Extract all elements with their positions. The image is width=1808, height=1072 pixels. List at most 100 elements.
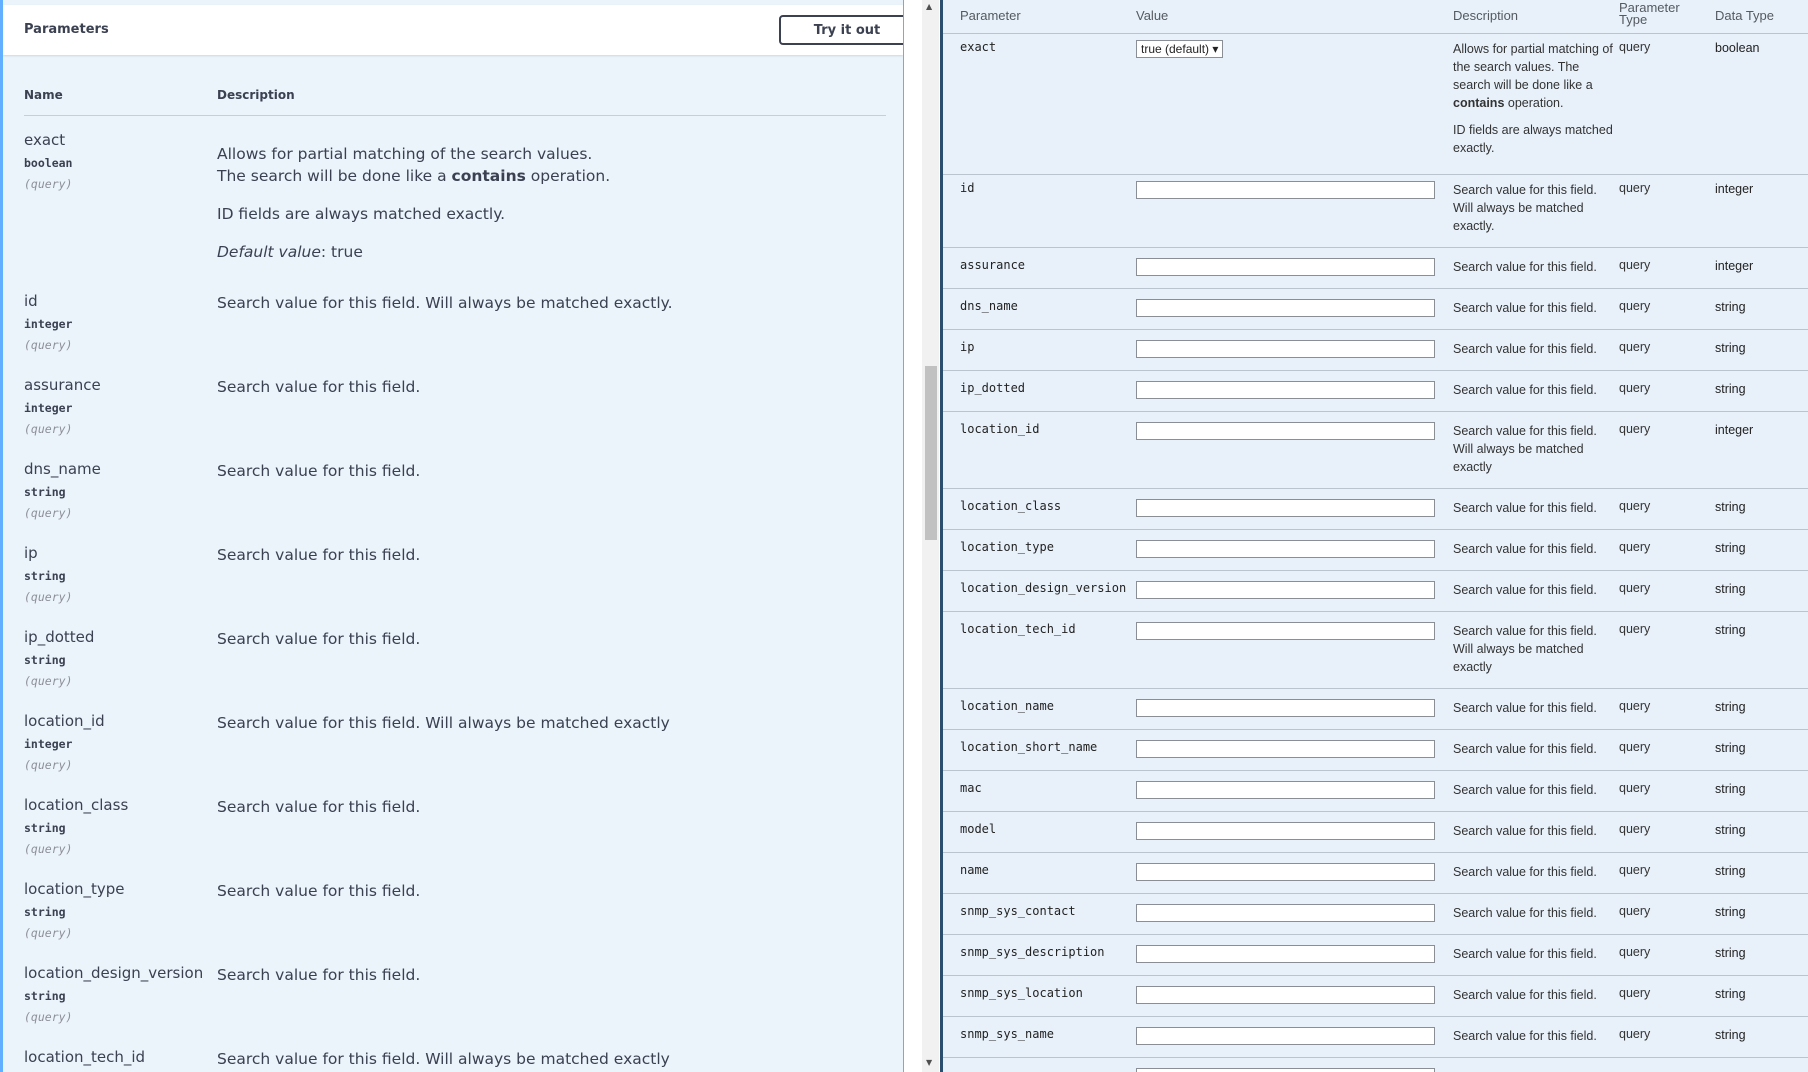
desc-id-note: ID fields are always matched exactly.	[217, 205, 506, 223]
cell-param-type: query	[1619, 986, 1651, 1000]
desc-id-note: ID fields are always matched exactly.	[1453, 123, 1613, 155]
exact-select[interactable]: true (default) ▾	[1136, 40, 1224, 58]
try-it-out-button[interactable]: Try it out	[779, 15, 903, 45]
cell-parameter: location_class	[960, 499, 1062, 513]
value-input-mac[interactable]	[1136, 781, 1435, 799]
cell-parameter: location_short_name	[960, 740, 1098, 754]
table-row-ip: ip Search value for this field. query st…	[943, 340, 1808, 371]
value-input-location-type[interactable]	[1136, 540, 1435, 558]
cell-param-type: query	[1619, 945, 1651, 959]
th-data-type: Data Type	[1715, 8, 1775, 23]
cell-description: Search value for this field.	[1453, 824, 1597, 838]
value-input-snmp-sys-contact[interactable]	[1136, 904, 1435, 922]
cell-description: Search value for this field.	[1453, 701, 1597, 715]
value-input-name[interactable]	[1136, 863, 1435, 881]
cell-param-type: query	[1619, 1027, 1651, 1041]
param-description: Search value for this field.	[217, 630, 421, 648]
cell-description: Search value for this field.	[1453, 742, 1597, 756]
cell-description: Search value for this field.	[1453, 988, 1597, 1002]
value-input-next-row[interactable]	[1136, 1068, 1435, 1072]
param-description: Search value for this field. Will always…	[217, 714, 670, 732]
value-input-location-design-version[interactable]	[1136, 581, 1435, 599]
param-type: string	[24, 653, 66, 667]
cell-description: Search value for this field.	[1453, 501, 1597, 515]
value-input-location-class[interactable]	[1136, 499, 1435, 517]
value-input-snmp-sys-description[interactable]	[1136, 945, 1435, 963]
param-description: Search value for this field.	[217, 882, 421, 900]
cell-parameter: location_id	[960, 422, 1040, 436]
cell-param-type: query	[1619, 699, 1651, 713]
cell-param-type: query	[1619, 340, 1651, 354]
desc-bold-contains: contains	[451, 167, 526, 185]
cell-description: Search value for this field.	[1453, 383, 1597, 397]
value-input-assurance[interactable]	[1136, 258, 1435, 276]
cell-data-type: string	[1715, 823, 1746, 837]
cell-description: Search value for this field.	[1453, 783, 1597, 797]
cell-parameter: dns_name	[960, 299, 1018, 313]
cell-parameter: ip	[960, 340, 975, 354]
value-input-location-name[interactable]	[1136, 699, 1435, 717]
scroll-up-arrow-icon[interactable]: ▲	[926, 2, 932, 11]
param-name: ip	[24, 544, 38, 562]
cell-parameter: location_design_version	[960, 581, 1127, 595]
param-location: (query)	[24, 1010, 73, 1024]
param-location: (query)	[24, 926, 73, 940]
table-row-ip-dotted: ip_dotted Search value for this field. q…	[943, 381, 1808, 412]
cell-data-type: string	[1715, 987, 1746, 1001]
cell-param-type: query	[1619, 422, 1651, 436]
th-parameter-type: Parameter Type	[1619, 1, 1680, 26]
cell-data-type: integer	[1715, 423, 1754, 437]
param-location: (query)	[24, 338, 73, 352]
vertical-scrollbar[interactable]: ▲ ▼	[922, 0, 939, 1072]
parameters-header: Parameters Try it out	[3, 5, 903, 55]
param-type: string	[24, 569, 66, 583]
cell-data-type: string	[1715, 905, 1746, 919]
cell-param-type: query	[1619, 822, 1651, 836]
param-name: location_design_version	[24, 964, 204, 982]
header-divider	[24, 115, 886, 116]
value-input-ip-dotted[interactable]	[1136, 381, 1435, 399]
cell-description: Search value for this field. Will always…	[1453, 424, 1597, 474]
param-name: ip_dotted	[24, 628, 95, 646]
cell-param-type: query	[1619, 622, 1651, 636]
cell-description: Search value for this field.	[1453, 906, 1597, 920]
param-location: (query)	[24, 506, 73, 520]
value-input-model[interactable]	[1136, 822, 1435, 840]
table-row-id: id Search value for this field. Will alw…	[943, 181, 1808, 248]
cell-data-type: string	[1715, 782, 1746, 796]
value-input-snmp-sys-name[interactable]	[1136, 1027, 1435, 1045]
cell-param-type: query	[1619, 904, 1651, 918]
value-input-location-id[interactable]	[1136, 422, 1435, 440]
scroll-down-arrow-icon[interactable]: ▼	[926, 1058, 932, 1067]
table-row-name: name Search value for this field. query …	[943, 863, 1808, 894]
cell-parameter: snmp_sys_name	[960, 1027, 1054, 1041]
param-type: string	[24, 989, 66, 1003]
table-row-location-id: location_id Search value for this field.…	[943, 422, 1808, 489]
scrollbar-thumb[interactable]	[925, 366, 937, 540]
value-input-location-short-name[interactable]	[1136, 740, 1435, 758]
cell-parameter: exact	[960, 40, 997, 54]
value-input-snmp-sys-location[interactable]	[1136, 986, 1435, 1004]
cell-data-type: integer	[1715, 182, 1754, 196]
cell-param-type: query	[1619, 540, 1651, 554]
value-input-ip[interactable]	[1136, 340, 1435, 358]
cell-parameter: name	[960, 863, 989, 877]
param-name: id	[24, 292, 38, 310]
param-location: (query)	[24, 177, 73, 191]
cell-parameter: snmp_sys_location	[960, 986, 1083, 1000]
param-location: (query)	[24, 842, 73, 856]
th-description: Description	[1453, 8, 1519, 23]
column-header-name: Name	[24, 88, 63, 102]
cell-param-type: query	[1619, 299, 1651, 313]
param-location: (query)	[24, 758, 73, 772]
parameters-title: Parameters	[24, 22, 109, 37]
cell-description: Search value for this field.	[1453, 583, 1597, 597]
cell-param-type: query	[1619, 40, 1651, 54]
value-input-location-tech-id[interactable]	[1136, 622, 1435, 640]
value-input-id[interactable]	[1136, 181, 1435, 199]
param-type: integer	[24, 737, 73, 751]
param-description: Search value for this field.	[217, 966, 421, 984]
default-value: : true	[320, 243, 363, 261]
parameters-table-panel: Parameter Value Description Parameter Typ…	[940, 0, 1808, 1072]
value-input-dns-name[interactable]	[1136, 299, 1435, 317]
